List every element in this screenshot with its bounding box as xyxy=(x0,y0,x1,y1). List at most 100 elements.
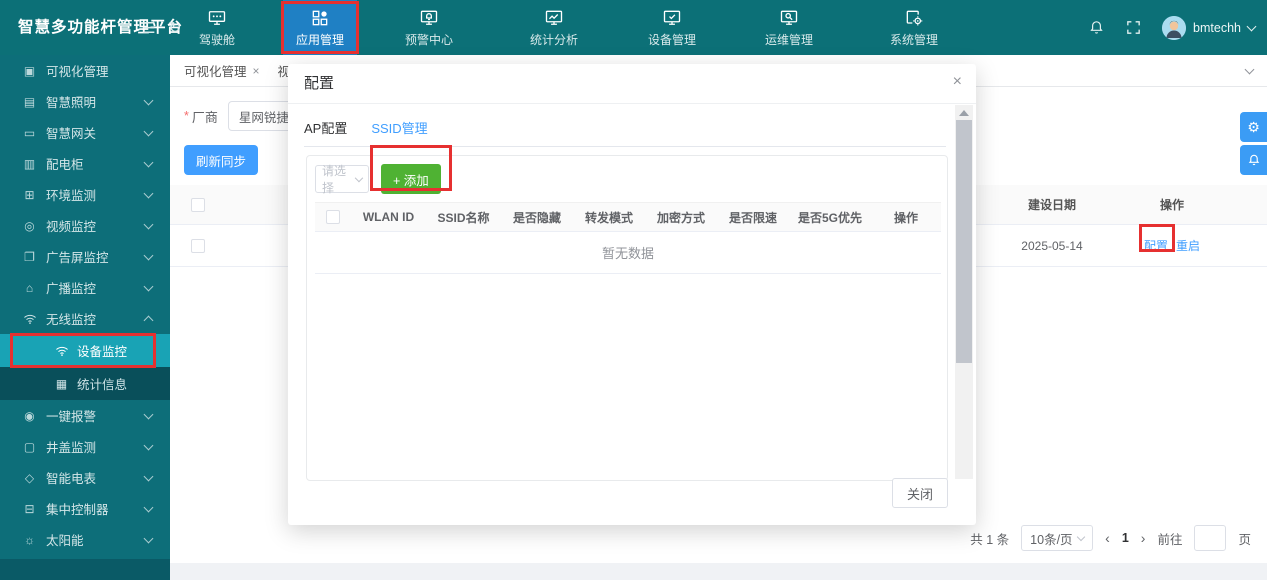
total-count: 共 1 条 xyxy=(970,529,1009,548)
chevron-down-icon xyxy=(144,126,154,136)
nav-label: 统计分析 xyxy=(530,31,578,48)
select-all-checkbox[interactable] xyxy=(191,198,205,212)
stats-icon: ▦ xyxy=(54,377,69,391)
sidebar-item-label: 智慧照明 xyxy=(46,92,96,111)
sidebar-item-label: 可视化管理 xyxy=(46,61,109,80)
gateway-icon: ▭ xyxy=(22,126,37,140)
config-modal: 配置 × AP配置 SSID管理 请选择 + 添加 WLAN ID SSID名称… xyxy=(288,64,976,525)
sidebar-item-environment-monitoring[interactable]: ⊞ 环境监测 xyxy=(0,179,170,210)
modal-scrollbar[interactable] xyxy=(955,105,973,479)
ssid-select[interactable]: 请选择 xyxy=(315,165,369,193)
modal-close-icon[interactable]: × xyxy=(953,74,962,90)
gear-icon: ⚙ xyxy=(1247,119,1260,136)
chevron-down-icon xyxy=(1077,532,1085,540)
sidebar-item-label: 智能电表 xyxy=(46,468,96,487)
tabs-overflow-chevron-icon[interactable] xyxy=(1245,64,1255,74)
sidebar-item-label: 设备监控 xyxy=(77,341,127,360)
config-link[interactable]: 配置 xyxy=(1144,237,1168,254)
apps-grid-icon xyxy=(310,8,330,28)
alarm-float-button[interactable] xyxy=(1240,145,1267,175)
device-check-icon xyxy=(662,8,682,28)
sidebar-item-one-key-alarm[interactable]: ◉ 一键报警 xyxy=(0,400,170,431)
nav-item-system-management[interactable]: 系统管理 xyxy=(877,0,951,55)
refresh-sync-button[interactable]: 刷新同步 xyxy=(184,145,258,175)
column-hidden: 是否隐藏 xyxy=(501,209,573,226)
power-cabinet-icon: ▥ xyxy=(22,157,37,171)
broadcast-icon: ⌂ xyxy=(22,281,37,295)
column-ssid-name: SSID名称 xyxy=(426,209,501,226)
page-tab-label: 可视化管理 xyxy=(184,61,247,80)
nav-label: 应用管理 xyxy=(296,31,344,48)
sidebar-item-statistics-info[interactable]: ▦ 统计信息 xyxy=(0,367,170,400)
settings-float-button[interactable]: ⚙ xyxy=(1240,112,1267,142)
nav-label: 驾驶舱 xyxy=(199,31,235,48)
sidebar-item-smart-gateway[interactable]: ▭ 智慧网关 xyxy=(0,117,170,148)
row-checkbox[interactable] xyxy=(191,239,205,253)
sidebar-item-video-surveillance[interactable]: ◎ 视频监控 xyxy=(0,210,170,241)
sidebar-item-central-controller[interactable]: ⊟ 集中控制器 xyxy=(0,493,170,524)
alert-bell-icon xyxy=(419,8,439,28)
page-unit-label: 页 xyxy=(1238,529,1251,548)
select-all-checkbox[interactable] xyxy=(326,210,340,224)
sidebar-item-label: 统计信息 xyxy=(77,374,127,393)
chevron-down-icon xyxy=(144,188,154,198)
reboot-link[interactable]: 重启 xyxy=(1176,237,1200,254)
page-size-select[interactable]: 10条/页 xyxy=(1021,525,1093,551)
column-actions: 操作 xyxy=(1127,196,1217,213)
column-forward-mode: 转发模式 xyxy=(573,209,645,226)
chevron-down-icon xyxy=(144,533,154,543)
page-tab-visual-management[interactable]: 可视化管理 × xyxy=(184,61,260,80)
nav-item-alert-center[interactable]: 预警中心 xyxy=(392,0,466,55)
sidebar-item-device-monitoring[interactable]: 设备监控 xyxy=(0,334,170,367)
sidebar-item-broadcast-monitoring[interactable]: ⌂ 广播监控 xyxy=(0,272,170,303)
current-page[interactable]: 1 xyxy=(1122,531,1129,545)
select-placeholder: 请选择 xyxy=(322,162,356,196)
scrollbar-thumb[interactable] xyxy=(956,120,972,363)
adscreen-icon: ❐ xyxy=(22,250,37,264)
lighting-icon: ▤ xyxy=(22,95,37,109)
next-page-button[interactable]: › xyxy=(1141,530,1146,546)
nav-item-device-management[interactable]: 设备管理 xyxy=(635,0,709,55)
sidebar-item-smart-lighting[interactable]: ▤ 智慧照明 xyxy=(0,86,170,117)
nav-item-cockpit[interactable]: 驾驶舱 xyxy=(180,0,254,55)
column-encryption: 加密方式 xyxy=(645,209,717,226)
modal-close-button[interactable]: 关闭 xyxy=(892,478,948,508)
modal-title: 配置 xyxy=(288,64,976,104)
sidebar-item-label: 广播监控 xyxy=(46,278,96,297)
prev-page-button[interactable]: ‹ xyxy=(1105,530,1110,546)
chevron-down-icon xyxy=(144,250,154,260)
sidebar-item-smart-meter[interactable]: ◇ 智能电表 xyxy=(0,462,170,493)
nav-label: 预警中心 xyxy=(405,31,453,48)
sidebar-item-wireless-monitoring[interactable]: 无线监控 xyxy=(0,303,170,334)
sidebar-item-power-cabinet[interactable]: ▥ 配电柜 xyxy=(0,148,170,179)
close-icon[interactable]: × xyxy=(253,64,260,78)
chevron-down-icon xyxy=(144,409,154,419)
sidebar-item-visual-management[interactable]: ▣ 可视化管理 xyxy=(0,55,170,86)
chart-line-icon xyxy=(544,8,564,28)
chevron-down-icon xyxy=(1247,21,1257,31)
goto-page-input[interactable] xyxy=(1194,525,1226,551)
sidebar-item-label: 井盖监测 xyxy=(46,437,96,456)
nav-item-ops-management[interactable]: 运维管理 xyxy=(752,0,826,55)
wifi-icon xyxy=(54,344,69,358)
fullscreen-icon[interactable] xyxy=(1125,19,1142,36)
column-wlan-id: WLAN ID xyxy=(351,210,426,224)
nav-label: 运维管理 xyxy=(765,31,813,48)
sidebar-item-label: 集中控制器 xyxy=(46,499,109,518)
tab-ap-config[interactable]: AP配置 xyxy=(304,118,347,146)
add-button[interactable]: + 添加 xyxy=(381,164,441,194)
tab-ssid-management[interactable]: SSID管理 xyxy=(371,118,427,147)
nav-item-statistics[interactable]: 统计分析 xyxy=(517,0,591,55)
sidebar-item-solar[interactable]: ☼ 太阳能 xyxy=(0,524,170,555)
nav-item-app-management[interactable]: 应用管理 xyxy=(283,0,357,55)
chevron-down-icon xyxy=(144,471,154,481)
notification-bell-icon[interactable] xyxy=(1088,19,1105,36)
ssid-controls: 请选择 + 添加 xyxy=(315,164,939,194)
scroll-up-arrow-icon[interactable] xyxy=(959,110,969,116)
sidebar-item-manhole-monitoring[interactable]: ▢ 井盖监测 xyxy=(0,431,170,462)
sidebar-item-adscreen-monitoring[interactable]: ❐ 广告屏监控 xyxy=(0,241,170,272)
chevron-down-icon xyxy=(144,219,154,229)
main-nav: 驾驶舱 应用管理 预警中心 统计分析 设备管理 运维管理 系统管理 xyxy=(0,0,1100,55)
sidebar-item-label: 一键报警 xyxy=(46,406,96,425)
user-menu[interactable]: bmtechh xyxy=(1162,16,1255,40)
